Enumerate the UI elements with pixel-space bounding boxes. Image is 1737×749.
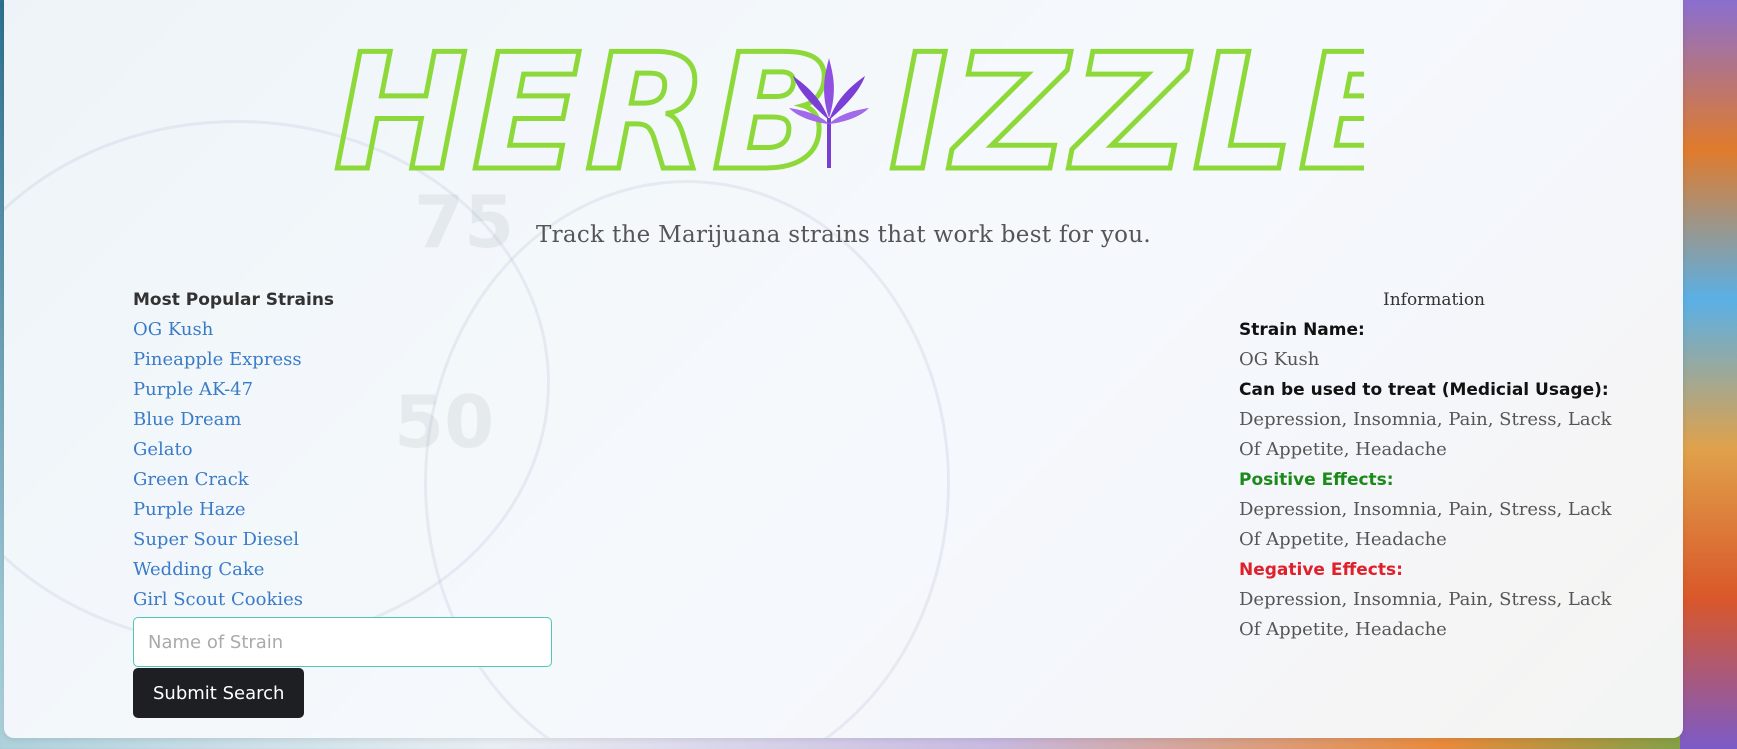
submit-search-button[interactable]: Submit Search [133, 668, 305, 718]
strain-link[interactable]: OG Kush [133, 315, 573, 345]
positive-effects-label: Positive Effects: [1239, 470, 1394, 490]
strain-link[interactable]: Blue Dream [133, 405, 573, 435]
popular-strains-panel: Most Popular Strains OG Kush Pineapple E… [133, 285, 573, 718]
strain-link[interactable]: Purple AK-47 [133, 375, 573, 405]
background-art [1680, 0, 1737, 749]
information-panel: Information Strain Name: OG Kush Can be … [1239, 285, 1629, 645]
strain-link[interactable]: Purple Haze [133, 495, 573, 525]
strain-search-input[interactable] [133, 617, 552, 667]
brand-logo: HERB IZZLE [332, 17, 1411, 209]
medical-usage-value: Depression, Insomnia, Pain, Stress, Lack… [1239, 409, 1612, 460]
logo-text-right: IZZLE [889, 38, 1364, 178]
popular-strains-heading: Most Popular Strains [133, 290, 335, 310]
strain-name-value: OG Kush [1239, 349, 1320, 370]
negative-effects-value: Depression, Insomnia, Pain, Stress, Lack… [1239, 589, 1612, 640]
strain-link[interactable]: Pineapple Express [133, 345, 573, 375]
strain-link[interactable]: Green Crack [133, 465, 573, 495]
strain-link[interactable]: Gelato [133, 435, 573, 465]
information-heading: Information [1382, 290, 1486, 310]
strain-link[interactable]: Wedding Cake [133, 555, 573, 585]
negative-effects-label: Negative Effects: [1239, 560, 1403, 580]
strain-link[interactable]: Girl Scout Cookies [133, 585, 573, 615]
tagline: Track the Marijuana strains that work be… [535, 222, 1152, 248]
positive-effects-value: Depression, Insomnia, Pain, Stress, Lack… [1239, 499, 1612, 550]
strain-link[interactable]: Super Sour Diesel [133, 525, 573, 555]
medical-usage-label: Can be used to treat (Medicial Usage): [1239, 380, 1609, 400]
logo-text-left: HERB [334, 38, 838, 178]
strain-name-label: Strain Name: [1239, 320, 1365, 340]
main-card: 75 50 HERB IZZLE Track the Marijuana str… [4, 0, 1683, 738]
